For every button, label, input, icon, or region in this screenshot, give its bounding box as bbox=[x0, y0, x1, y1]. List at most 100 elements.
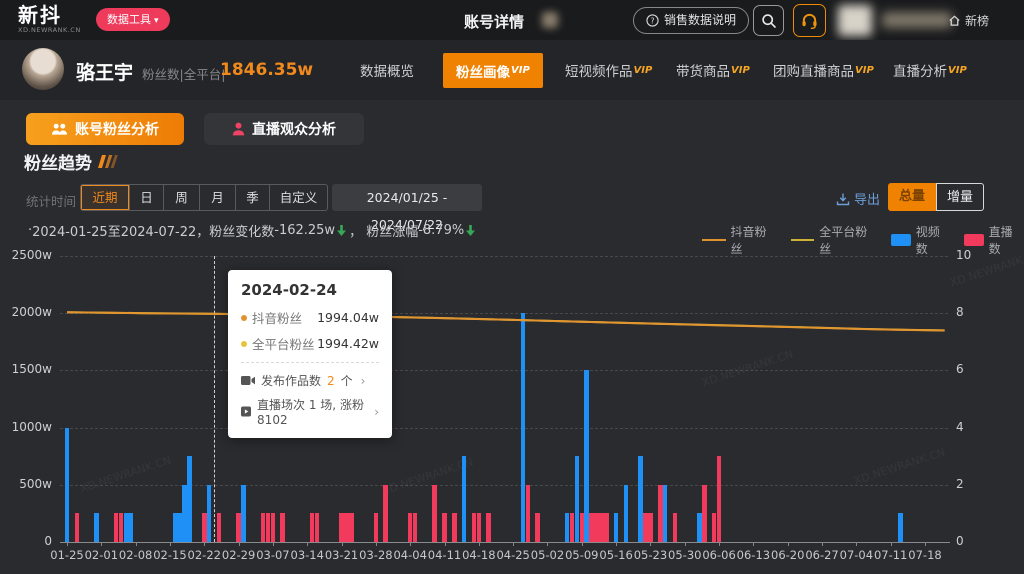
live-bar[interactable] bbox=[472, 513, 477, 542]
live-bar[interactable] bbox=[310, 513, 315, 542]
video-bar[interactable] bbox=[182, 485, 187, 542]
x-axis-tick bbox=[204, 542, 205, 546]
live-bar[interactable] bbox=[236, 513, 241, 542]
live-bar[interactable] bbox=[477, 513, 482, 542]
y-axis-left-label: 2500w bbox=[0, 248, 52, 262]
chevron-right-icon: › bbox=[361, 374, 366, 388]
live-bar[interactable] bbox=[408, 513, 413, 542]
live-bar[interactable] bbox=[452, 513, 457, 542]
video-bar[interactable] bbox=[575, 456, 580, 542]
video-bar[interactable] bbox=[177, 513, 182, 542]
video-bar[interactable] bbox=[241, 485, 246, 542]
x-axis-tick bbox=[410, 542, 411, 546]
live-bar[interactable] bbox=[526, 485, 531, 542]
douyin-series-dot bbox=[241, 315, 247, 321]
x-axis-tick bbox=[239, 542, 240, 546]
tooltip-live-link[interactable]: 直播场次 1 场, 涨粉 8102 › bbox=[241, 396, 379, 427]
live-bar[interactable] bbox=[594, 513, 599, 542]
tooltip-value: 1994.42w bbox=[317, 336, 379, 351]
live-bar[interactable] bbox=[349, 513, 354, 542]
x-axis-line bbox=[60, 542, 950, 543]
video-bar[interactable] bbox=[663, 485, 668, 542]
video-bar[interactable] bbox=[898, 513, 903, 542]
live-bar[interactable] bbox=[432, 485, 437, 542]
video-bar[interactable] bbox=[65, 428, 70, 542]
live-bar[interactable] bbox=[266, 513, 271, 542]
video-bar[interactable] bbox=[128, 513, 133, 542]
video-bar[interactable] bbox=[207, 485, 212, 542]
live-bar[interactable] bbox=[535, 513, 540, 542]
video-bar[interactable] bbox=[124, 513, 129, 542]
live-bar[interactable] bbox=[119, 513, 124, 542]
video-bar[interactable] bbox=[638, 456, 643, 542]
live-bar[interactable] bbox=[344, 513, 349, 542]
x-axis-tick bbox=[753, 542, 754, 546]
watermark: XD.NEWRANK.CN bbox=[852, 446, 947, 488]
video-bar[interactable] bbox=[187, 456, 192, 542]
live-bar[interactable] bbox=[383, 485, 388, 542]
x-axis-tick bbox=[445, 542, 446, 546]
x-axis-tick bbox=[513, 542, 514, 546]
live-bar[interactable] bbox=[75, 513, 80, 542]
live-bar[interactable] bbox=[339, 513, 344, 542]
video-bar[interactable] bbox=[173, 513, 178, 542]
y-axis-right-label: 10 bbox=[956, 248, 986, 262]
live-bar[interactable] bbox=[599, 513, 604, 542]
live-play-icon bbox=[241, 405, 251, 418]
live-bar[interactable] bbox=[658, 485, 663, 542]
live-bar[interactable] bbox=[648, 513, 653, 542]
video-bar[interactable] bbox=[697, 513, 702, 542]
tooltip-label: 抖音粉丝 bbox=[252, 308, 302, 327]
watermark: XD.NEWRANK.CN bbox=[700, 348, 795, 390]
live-bar[interactable] bbox=[580, 513, 585, 542]
live-bar[interactable] bbox=[413, 513, 418, 542]
video-bar[interactable] bbox=[94, 513, 99, 542]
x-axis-tick bbox=[376, 542, 377, 546]
live-bar[interactable] bbox=[702, 485, 707, 542]
video-bar[interactable] bbox=[462, 456, 467, 542]
y-axis-right-label: 4 bbox=[956, 420, 986, 434]
x-axis-tick bbox=[685, 542, 686, 546]
live-bar[interactable] bbox=[570, 513, 575, 542]
live-bar[interactable] bbox=[374, 513, 379, 542]
x-axis-tick bbox=[891, 542, 892, 546]
y-axis-right-label: 2 bbox=[956, 477, 986, 491]
video-bar[interactable] bbox=[584, 370, 589, 542]
live-bar[interactable] bbox=[643, 513, 648, 542]
live-bar[interactable] bbox=[261, 513, 266, 542]
x-axis-tick bbox=[479, 542, 480, 546]
video-bar[interactable] bbox=[521, 313, 526, 542]
live-bar[interactable] bbox=[712, 513, 717, 542]
works-count: 2 bbox=[327, 374, 335, 388]
gridline bbox=[60, 370, 948, 371]
x-axis-tick bbox=[307, 542, 308, 546]
tooltip-row-douyin: 抖音粉丝 1994.04w bbox=[241, 308, 379, 327]
live-bar[interactable] bbox=[114, 513, 119, 542]
live-bar[interactable] bbox=[202, 513, 207, 542]
live-bar[interactable] bbox=[442, 513, 447, 542]
gridline bbox=[60, 256, 948, 257]
live-bar[interactable] bbox=[717, 456, 722, 542]
live-sessions-text: 直播场次 1 场, 涨粉 8102 bbox=[257, 396, 366, 427]
y-axis-left-label: 2000w bbox=[0, 305, 52, 319]
video-bar[interactable] bbox=[614, 513, 619, 542]
live-bar[interactable] bbox=[673, 513, 678, 542]
live-bar[interactable] bbox=[217, 513, 222, 542]
live-bar[interactable] bbox=[486, 513, 491, 542]
gridline bbox=[60, 485, 948, 486]
y-axis-left-label: 0 bbox=[0, 534, 52, 548]
watermark: XD.NEWRANK.CN bbox=[78, 454, 173, 496]
tooltip-works-link[interactable]: 发布作品数2 个 › bbox=[241, 372, 379, 389]
live-bar[interactable] bbox=[589, 513, 594, 542]
live-bar[interactable] bbox=[604, 513, 609, 542]
video-camera-icon bbox=[241, 375, 255, 386]
x-axis-tick bbox=[547, 542, 548, 546]
x-axis-tick bbox=[856, 542, 857, 546]
video-bar[interactable] bbox=[565, 513, 570, 542]
live-bar[interactable] bbox=[271, 513, 276, 542]
x-axis-label: 07-18 bbox=[903, 548, 947, 562]
all-platform-series-dot bbox=[241, 341, 247, 347]
live-bar[interactable] bbox=[315, 513, 320, 542]
video-bar[interactable] bbox=[624, 485, 629, 542]
live-bar[interactable] bbox=[280, 513, 285, 542]
